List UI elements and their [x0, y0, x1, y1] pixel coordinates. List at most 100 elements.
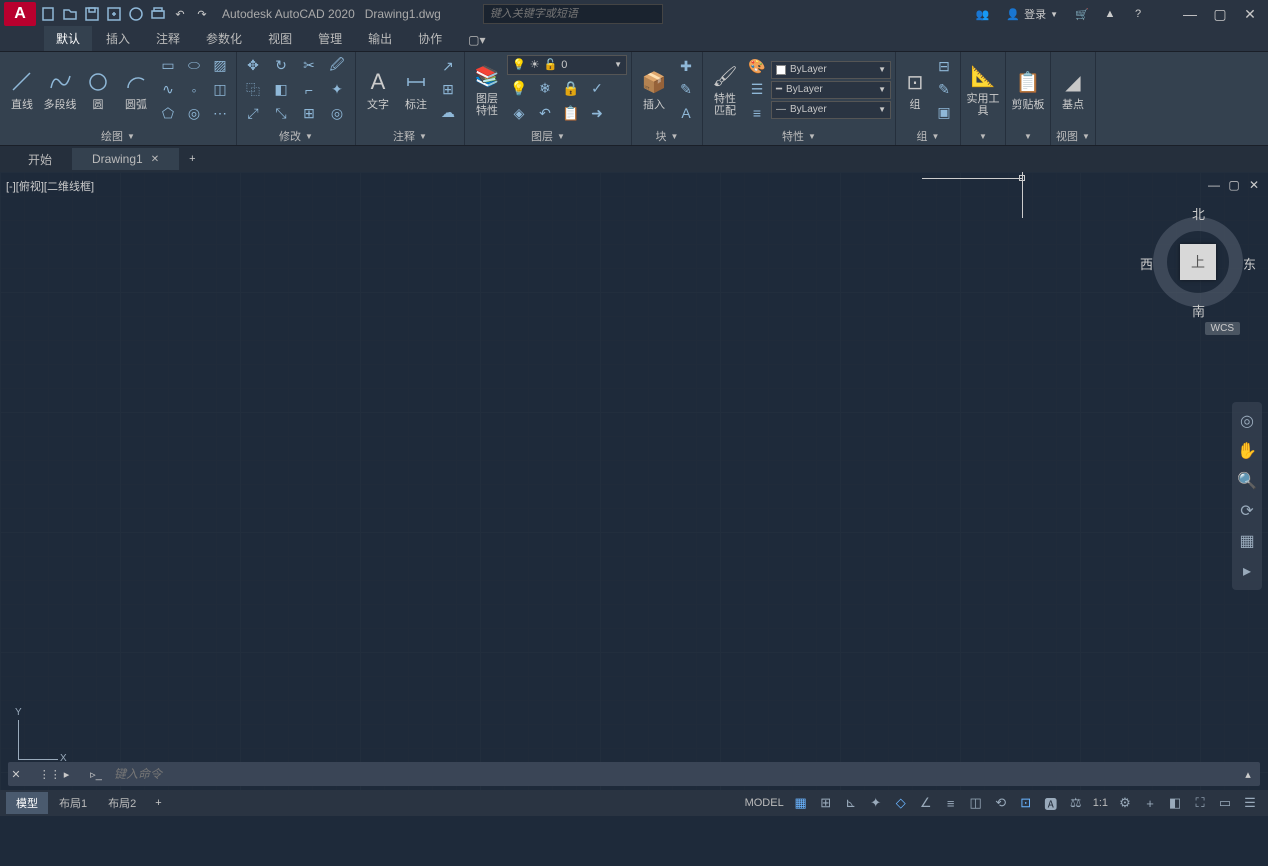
layer-iso-icon[interactable]: ◈: [507, 103, 531, 125]
group-select-icon[interactable]: ▣: [932, 102, 956, 124]
add-tab-button[interactable]: +: [179, 149, 205, 169]
customize-icon[interactable]: ☰: [1238, 792, 1262, 814]
tab-featured[interactable]: ▢▾: [456, 29, 497, 51]
nav-showmotion-icon[interactable]: ▦: [1232, 526, 1262, 556]
layer-lock-icon[interactable]: 🔒: [559, 78, 583, 100]
layout-1[interactable]: 布局1: [49, 792, 97, 814]
utilities-button[interactable]: 📐 实用工具: [965, 55, 1001, 125]
tab-output[interactable]: 输出: [356, 26, 404, 51]
viewcube[interactable]: 上 北 南 东 西: [1148, 212, 1248, 312]
grid-toggle-icon[interactable]: ▦: [789, 792, 813, 814]
leader-icon[interactable]: ↗: [436, 56, 460, 78]
trim-icon[interactable]: ✂: [297, 55, 321, 77]
plot-icon[interactable]: [148, 4, 168, 24]
ltype-combo[interactable]: —ByLayer▼: [771, 101, 891, 119]
wcs-badge[interactable]: WCS: [1205, 322, 1240, 335]
clipboard-button[interactable]: 📋 剪贴板: [1010, 55, 1046, 125]
snap-toggle-icon[interactable]: ⊞: [814, 792, 838, 814]
explode-icon[interactable]: ✦: [325, 79, 349, 101]
annotation-scale-icon[interactable]: 🅰: [1039, 792, 1063, 814]
stretch-icon[interactable]: ⤢: [241, 103, 265, 125]
tab-parametric[interactable]: 参数化: [194, 26, 254, 51]
ortho-toggle-icon[interactable]: ⊾: [839, 792, 863, 814]
maximize-button[interactable]: ▢: [1206, 4, 1234, 24]
hatch-icon[interactable]: ▨: [208, 55, 232, 77]
layer-match-icon[interactable]: ✓: [585, 78, 609, 100]
isolate-icon[interactable]: ◧: [1163, 792, 1187, 814]
apps-icon[interactable]: ▲: [1100, 4, 1120, 24]
nav-pan-icon[interactable]: ✋: [1232, 436, 1262, 466]
layer-off-icon[interactable]: 💡: [507, 78, 531, 100]
layer-make-icon[interactable]: ➜: [585, 103, 609, 125]
basepoint-button[interactable]: ◢ 基点: [1055, 55, 1091, 125]
group-edit-icon[interactable]: ✎: [932, 79, 956, 101]
scale-value[interactable]: 1:1: [1089, 797, 1112, 809]
copy-icon[interactable]: ⿻: [241, 79, 265, 101]
circle-button[interactable]: 圆: [80, 55, 116, 125]
ungroup-icon[interactable]: ⊟: [932, 56, 956, 78]
monitor-icon[interactable]: +: [1138, 792, 1162, 814]
cmd-handle[interactable]: ⋮⋮ ▸: [24, 768, 84, 781]
command-input[interactable]: [108, 767, 1236, 781]
tab-default[interactable]: 默认: [44, 26, 92, 51]
cmd-history-icon[interactable]: ▴: [1236, 768, 1260, 781]
block-attr-icon[interactable]: A: [674, 102, 698, 124]
layout-model[interactable]: 模型: [6, 792, 48, 814]
status-model[interactable]: MODEL: [741, 797, 788, 809]
osnap-toggle-icon[interactable]: ◇: [889, 792, 913, 814]
block-create-icon[interactable]: ✚: [674, 56, 698, 78]
close-button[interactable]: ✕: [1236, 4, 1264, 24]
workspace-icon[interactable]: ⚙: [1113, 792, 1137, 814]
color-combo[interactable]: ByLayer▼: [771, 61, 891, 79]
text-button[interactable]: A 文字: [360, 55, 396, 125]
hardware-icon[interactable]: ⛶: [1188, 792, 1212, 814]
viewcube-north[interactable]: 北: [1192, 204, 1205, 223]
nav-expand-icon[interactable]: ▸: [1232, 556, 1262, 586]
drawing-area[interactable]: [-][俯视][二维线框] — ▢ ✕ 上 北 南 东 西 WCS ◎ ✋ 🔍 …: [0, 172, 1268, 790]
move-icon[interactable]: ✥: [241, 55, 265, 77]
polyline-button[interactable]: 多段线: [42, 55, 78, 125]
viewcube-ring[interactable]: [1153, 217, 1243, 307]
mirror-icon[interactable]: ◧: [269, 79, 293, 101]
clean-screen-icon[interactable]: ▭: [1213, 792, 1237, 814]
dynamic-input-icon[interactable]: ⊡: [1014, 792, 1038, 814]
share-icon[interactable]: 👥: [972, 4, 992, 24]
undo-icon[interactable]: ↶: [170, 4, 190, 24]
layer-state-icon[interactable]: 📋: [559, 103, 583, 125]
tab-insert[interactable]: 插入: [94, 26, 142, 51]
layout-2[interactable]: 布局2: [98, 792, 146, 814]
otrack-toggle-icon[interactable]: ∠: [914, 792, 938, 814]
cloud-icon[interactable]: ☁: [436, 102, 460, 124]
arc-button[interactable]: 圆弧: [118, 55, 154, 125]
donut-icon[interactable]: ◎: [182, 103, 206, 125]
line-button[interactable]: 直线: [4, 55, 40, 125]
help-icon[interactable]: ?: [1128, 4, 1148, 24]
tab-start[interactable]: 开始: [8, 147, 72, 172]
transparency-icon[interactable]: ◫: [964, 792, 988, 814]
minimize-button[interactable]: —: [1176, 4, 1204, 24]
insert-block-button[interactable]: 📦 插入: [636, 55, 672, 125]
ltype-icon[interactable]: ≡: [745, 102, 769, 124]
tab-collab[interactable]: 协作: [406, 26, 454, 51]
close-tab-icon[interactable]: ✕: [151, 154, 159, 165]
polygon-icon[interactable]: ⬠: [156, 103, 180, 125]
fillet-icon[interactable]: ⌐: [297, 79, 321, 101]
saveas-icon[interactable]: [104, 4, 124, 24]
block-edit-icon[interactable]: ✎: [674, 79, 698, 101]
vp-minimize-icon[interactable]: —: [1206, 178, 1222, 192]
point-icon[interactable]: ◦: [182, 79, 206, 101]
rect-icon[interactable]: ▭: [156, 55, 180, 77]
new-icon[interactable]: [38, 4, 58, 24]
layer-freeze-icon[interactable]: ❄: [533, 78, 557, 100]
spline-icon[interactable]: ∿: [156, 79, 180, 101]
cart-icon[interactable]: 🛒: [1072, 4, 1092, 24]
match-props-button[interactable]: 🖌 特性 匹配: [707, 55, 743, 125]
open-icon[interactable]: [60, 4, 80, 24]
erase-icon[interactable]: 🖉: [325, 55, 349, 77]
cmd-close-icon[interactable]: ✕: [8, 768, 24, 781]
viewcube-south[interactable]: 南: [1192, 301, 1205, 320]
nav-orbit-icon[interactable]: ⟳: [1232, 496, 1262, 526]
palette-icon[interactable]: 🎨: [745, 56, 769, 78]
ellipse-icon[interactable]: ⬭: [182, 55, 206, 77]
viewport-label[interactable]: [-][俯视][二维线框]: [6, 178, 94, 194]
